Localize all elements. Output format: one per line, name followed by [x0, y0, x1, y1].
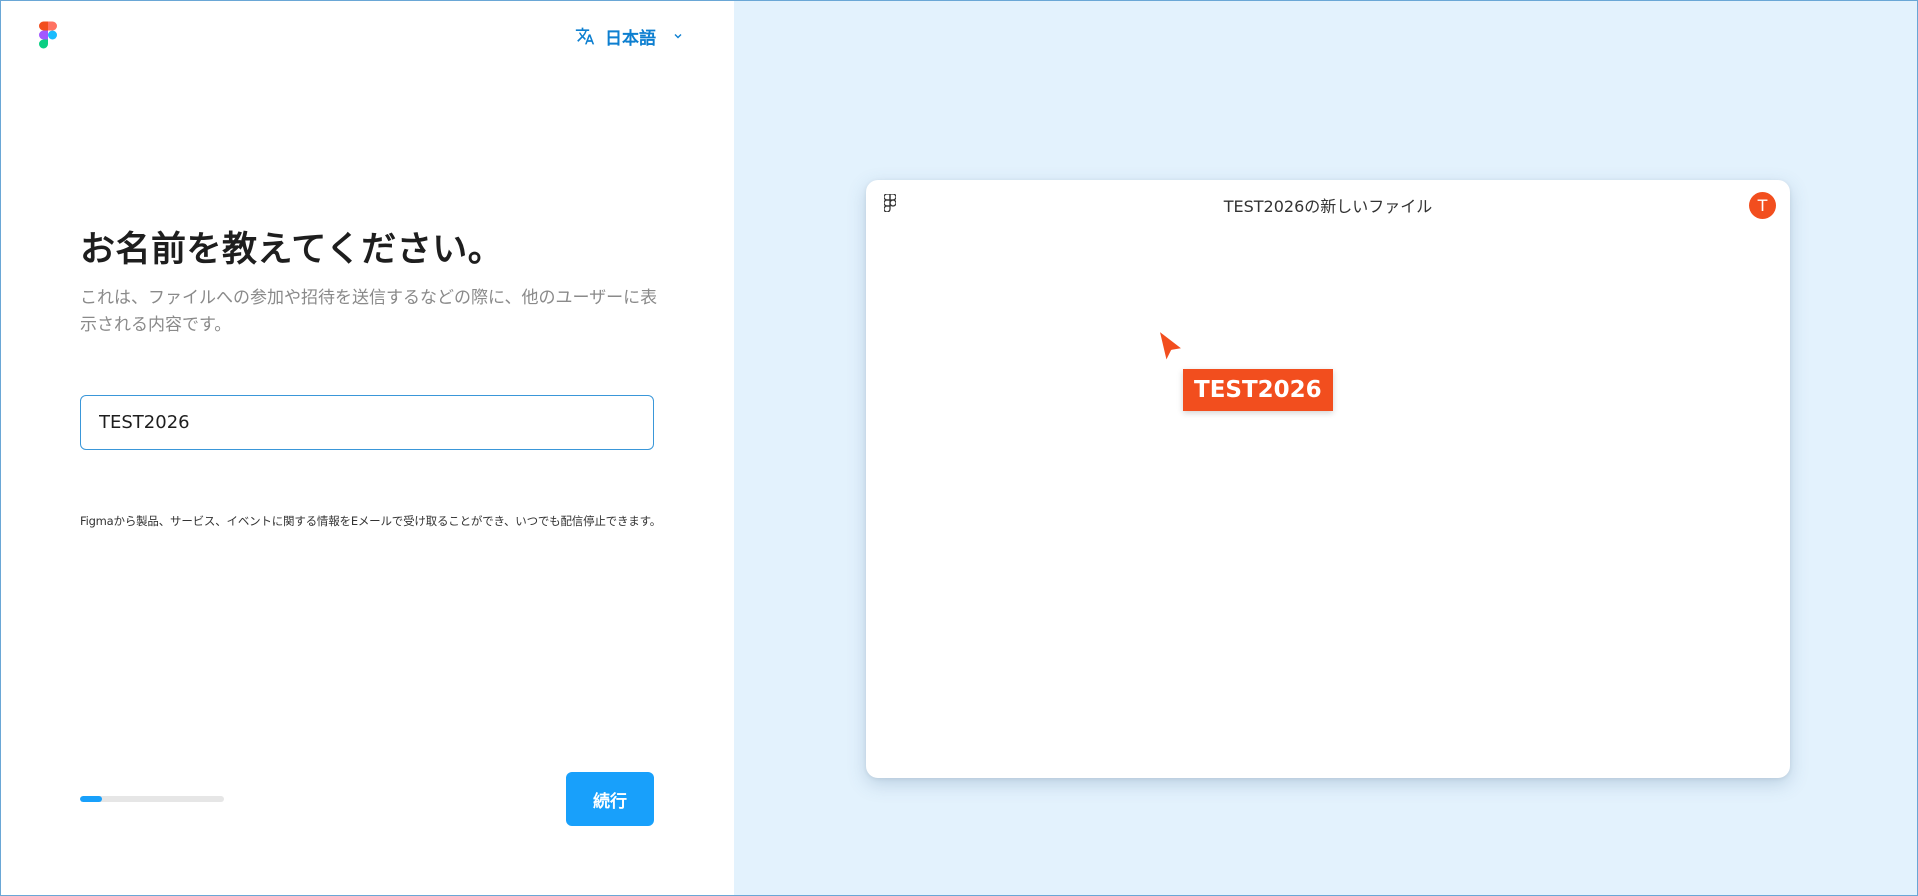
legal-notice: Figmaから製品、サービス、イベントに関する情報をEメールで受け取ることができ…: [80, 514, 662, 528]
progress-bar: [80, 796, 224, 802]
cursor-arrow-icon: [1156, 327, 1186, 365]
translate-icon: [575, 27, 595, 45]
page-subtitle: これは、ファイルへの参加や招待を送信するなどの際に、他のユーザーに表示される内容…: [80, 288, 658, 335]
avatar: T: [1749, 192, 1776, 219]
app-frame: 日本語 お名前を教えてください。 これは、ファイルへの参加や招待を送信するなどの…: [0, 0, 1918, 896]
figma-logo-icon: [39, 21, 57, 49]
onboarding-panel: 日本語 お名前を教えてください。 これは、ファイルへの参加や招待を送信するなどの…: [1, 1, 734, 895]
chevron-down-icon: [674, 33, 682, 39]
language-label: 日本語: [605, 28, 656, 49]
preview-panel: TEST2026の新しいファイル T TEST2026: [734, 1, 1917, 895]
continue-button[interactable]: 続行: [566, 772, 654, 826]
file-preview-card: TEST2026の新しいファイル T TEST2026: [866, 180, 1790, 778]
preview-file-title: TEST2026の新しいファイル: [1223, 197, 1433, 216]
language-selector[interactable]: 日本語: [575, 21, 682, 51]
page-title: お名前を教えてください。: [80, 230, 504, 270]
name-input[interactable]: [80, 395, 654, 450]
progress-fill: [80, 796, 102, 802]
cursor-name-tag: TEST2026: [1183, 369, 1333, 411]
